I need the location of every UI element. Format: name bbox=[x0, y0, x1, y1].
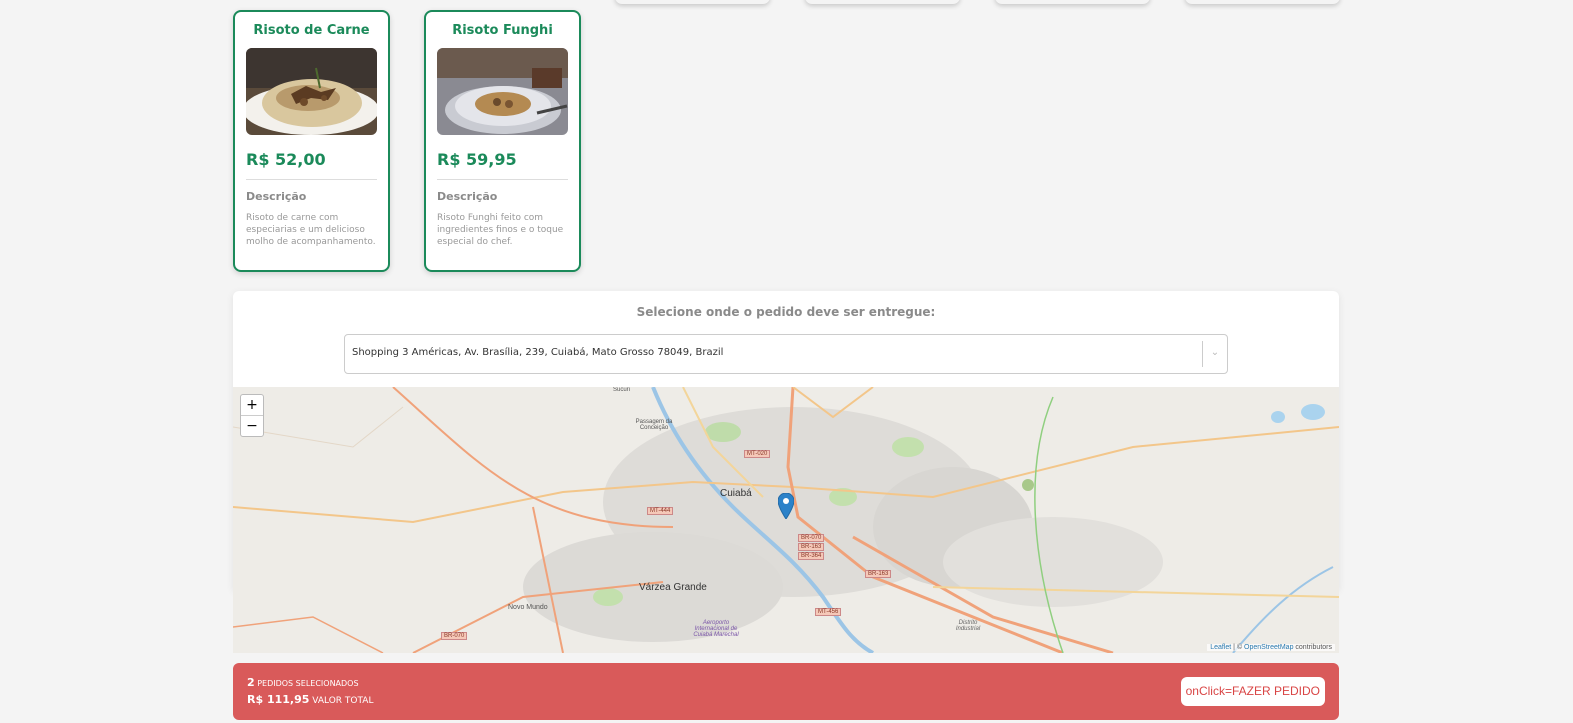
road-shield: MT-020 bbox=[744, 450, 771, 458]
product-description: Risoto de carne com especiarias e um del… bbox=[246, 213, 376, 247]
leaflet-link[interactable]: Leaflet bbox=[1210, 644, 1231, 651]
product-price: R$ 59,95 bbox=[437, 150, 517, 169]
road-shield: BR-163 bbox=[865, 570, 892, 578]
total-line: R$ 111,95 VALOR TOTAL bbox=[247, 693, 373, 706]
road-shield: MT-456 bbox=[815, 608, 842, 616]
product-card-partial bbox=[615, 0, 770, 4]
road-shield: BR-364 bbox=[798, 552, 825, 560]
divider bbox=[437, 179, 568, 180]
selected-count-line: 2 PEDIDOS SELECIONADOS bbox=[247, 676, 359, 689]
product-card[interactable]: Risoto Funghi R$ 59,95 Descrição Risoto … bbox=[424, 10, 581, 272]
divider bbox=[246, 179, 377, 180]
map-attribution: Leaflet | © OpenStreetMap contributors bbox=[1207, 644, 1335, 651]
product-name: Risoto de Carne bbox=[253, 23, 370, 38]
total-label: VALOR TOTAL bbox=[312, 696, 374, 706]
address-value: Shopping 3 Américas, Av. Brasília, 239, … bbox=[352, 347, 724, 358]
road-shield: BR-070 bbox=[798, 534, 825, 542]
zoom-out-button[interactable]: − bbox=[241, 415, 263, 436]
zoom-in-button[interactable]: + bbox=[241, 395, 263, 415]
product-price: R$ 52,00 bbox=[246, 150, 326, 169]
zoom-control: + − bbox=[240, 394, 264, 437]
product-card-partial bbox=[995, 0, 1150, 4]
place-order-button[interactable]: onClick=FAZER PEDIDO bbox=[1180, 677, 1325, 706]
selected-count: 2 bbox=[247, 676, 255, 689]
map-tiles bbox=[233, 387, 1339, 653]
road-shield: BR-070 bbox=[441, 632, 468, 640]
product-description: Risoto Funghi feito com ingredientes fin… bbox=[437, 213, 564, 247]
attribution-contributors: contributors bbox=[1293, 644, 1332, 651]
map-label: Várzea Grande bbox=[639, 582, 707, 593]
map[interactable]: Cuiabá Várzea Grande Novo Mundo Passagem… bbox=[233, 387, 1339, 653]
description-label: Descrição bbox=[437, 190, 498, 203]
map-label: Passagem da Conceição bbox=[635, 419, 673, 431]
delivery-heading: Selecione onde o pedido deve ser entregu… bbox=[636, 305, 936, 319]
map-marker-icon[interactable] bbox=[778, 493, 794, 519]
product-image bbox=[246, 48, 377, 135]
road-shield: BR-163 bbox=[798, 543, 825, 551]
map-label: Cuiabá bbox=[720, 488, 752, 499]
product-card-partial bbox=[805, 0, 960, 4]
chevron-down-icon[interactable]: ⌄ bbox=[1209, 345, 1221, 361]
osm-link[interactable]: OpenStreetMap bbox=[1244, 644, 1293, 651]
address-select[interactable]: Shopping 3 Américas, Av. Brasília, 239, … bbox=[344, 334, 1228, 374]
product-card-partial bbox=[1185, 0, 1340, 4]
map-label: Aeroporto Internacional de Cuiabá Marech… bbox=[693, 620, 739, 638]
selected-count-label: PEDIDOS SELECIONADOS bbox=[257, 679, 359, 688]
map-label: Distrito Industrial bbox=[955, 620, 981, 632]
map-label: Sucuri bbox=[613, 387, 631, 393]
order-summary-bar: 2 PEDIDOS SELECIONADOS R$ 111,95 VALOR T… bbox=[233, 663, 1339, 720]
total-value: R$ 111,95 bbox=[247, 693, 310, 706]
product-image bbox=[437, 48, 568, 135]
road-shield: MT-444 bbox=[647, 507, 674, 515]
attribution-separator: | © bbox=[1231, 644, 1245, 651]
select-separator bbox=[1202, 341, 1203, 367]
description-label: Descrição bbox=[246, 190, 307, 203]
product-name: Risoto Funghi bbox=[452, 23, 553, 38]
product-card[interactable]: Risoto de Carne R$ 52,00 Descrição Risot… bbox=[233, 10, 390, 272]
map-label: Novo Mundo bbox=[508, 604, 548, 611]
